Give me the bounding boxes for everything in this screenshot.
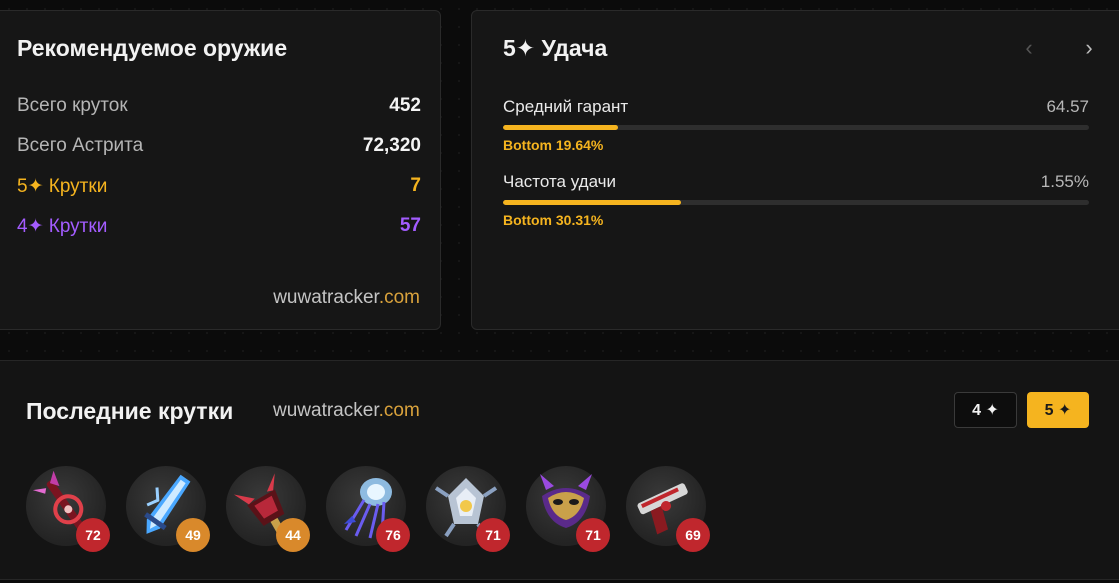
brand-name: wuwatracker <box>273 287 379 308</box>
stat-value: 57 <box>399 215 421 236</box>
chevron-left-icon[interactable]: ‹ <box>1018 37 1040 59</box>
stat-label: Всего Астрита <box>17 135 144 156</box>
pity-badge: 44 <box>276 518 310 552</box>
recent-pull-item[interactable]: 44 <box>226 466 310 552</box>
brand-watermark: wuwatracker.com <box>273 287 420 309</box>
metric-value: 64.57 <box>1046 97 1089 116</box>
stat-label: 4✦ Крутки <box>17 215 108 237</box>
recent-pull-item[interactable]: 69 <box>626 466 710 552</box>
stat-5star-pulls: 5✦ Крутки 7 <box>17 171 421 201</box>
stat-4star-pulls: 4✦ Крутки 57 <box>17 211 421 241</box>
metric-average-pity: Средний гарант 64.57 Bottom 19.64% <box>503 97 1089 153</box>
brand-tld: .com <box>378 287 420 308</box>
stat-label: Всего круток <box>17 95 128 116</box>
section-title: Последние крутки <box>26 398 234 424</box>
pity-badge: 76 <box>376 518 410 552</box>
progress-fill <box>503 125 618 130</box>
metric-rank: Bottom 30.31% <box>503 212 604 228</box>
metric-luck-rate: Частота удачи 1.55% Bottom 30.31% <box>503 172 1089 228</box>
progress-track <box>503 200 1089 205</box>
pity-badge: 71 <box>476 518 510 552</box>
stat-total-astrite: Всего Астрита 72,320 <box>17 131 421 161</box>
weapon-banner-summary-card: Рекомендуемое оружие Всего круток 452 Вс… <box>0 10 441 330</box>
pity-badge: 49 <box>176 518 210 552</box>
recent-pull-item[interactable]: 76 <box>326 466 410 552</box>
metric-label: Средний гарант <box>503 97 629 116</box>
filter-5star-button[interactable]: 5 ✦ <box>1027 392 1089 428</box>
metric-rank: Bottom 19.64% <box>503 137 604 153</box>
pity-badge: 69 <box>676 518 710 552</box>
card-title: Рекомендуемое оружие <box>17 35 288 61</box>
progress-fill <box>503 200 681 205</box>
stat-label: 5✦ Крутки <box>17 175 108 197</box>
filter-4star-button[interactable]: 4 ✦ <box>954 392 1017 428</box>
stat-value: 452 <box>389 95 421 116</box>
pity-badge: 72 <box>76 518 110 552</box>
chevron-right-icon[interactable]: › <box>1078 37 1100 59</box>
stat-value: 7 <box>410 175 421 196</box>
brand-tld: .com <box>378 400 420 421</box>
recent-pull-item[interactable]: 71 <box>426 466 510 552</box>
card-title: 5✦ Удача <box>503 35 608 61</box>
metric-label: Частота удачи <box>503 172 617 191</box>
brand-watermark: wuwatracker.com <box>273 400 420 422</box>
brand-name: wuwatracker <box>273 400 379 421</box>
recent-pull-item[interactable]: 71 <box>526 466 610 552</box>
stat-value: 72,320 <box>362 135 421 156</box>
progress-track <box>503 125 1089 130</box>
stat-total-pulls: Всего круток 452 <box>17 91 421 121</box>
recent-pull-item[interactable]: 72 <box>26 466 110 552</box>
recent-pull-item[interactable]: 49 <box>126 466 210 552</box>
pull-list: 72 49 44 76 71 71 69 <box>26 466 710 552</box>
pity-badge: 71 <box>576 518 610 552</box>
luck-card: 5✦ Удача ‹ › Средний гарант 64.57 Bottom… <box>471 10 1119 330</box>
recent-pulls-section: Последние крутки wuwatracker.com 4 ✦ 5 ✦… <box>0 360 1119 580</box>
metric-value: 1.55% <box>1040 172 1089 191</box>
